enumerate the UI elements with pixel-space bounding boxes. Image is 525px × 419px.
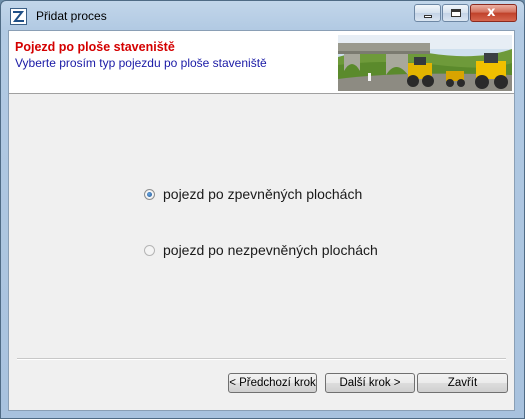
dialog-client-area: Pojezd po ploše staveniště Vyberte prosí… [8, 30, 515, 411]
radio-unpaved-surfaces[interactable] [144, 244, 155, 256]
window-title: Přidat proces [36, 9, 107, 23]
radio-paved-surfaces[interactable] [144, 188, 155, 200]
footer-separator [17, 358, 506, 360]
option-label[interactable]: pojezd po nezpevněných plochách [163, 242, 378, 258]
maximize-icon [451, 9, 461, 17]
option-paved-surfaces[interactable]: pojezd po zpevněných plochách [144, 185, 362, 203]
construction-site-image [338, 35, 512, 91]
wizard-header: Pojezd po ploše staveniště Vyberte prosí… [9, 31, 514, 94]
previous-step-button[interactable]: < Předchozí krok [228, 373, 317, 393]
close-window-button[interactable]: x [470, 4, 517, 22]
minimize-icon [424, 15, 432, 18]
option-unpaved-surfaces[interactable]: pojezd po nezpevněných plochách [144, 241, 378, 259]
option-label[interactable]: pojezd po zpevněných plochách [163, 186, 362, 202]
header-title: Pojezd po ploše staveniště [15, 40, 175, 54]
app-icon [10, 8, 27, 25]
close-icon: x [487, 5, 496, 20]
header-subtitle: Vyberte prosím typ pojezdu po ploše stav… [15, 56, 267, 70]
title-bar[interactable]: Přidat proces x [1, 1, 524, 31]
close-button[interactable]: Zavřít [417, 373, 508, 393]
maximize-button[interactable] [442, 4, 469, 22]
next-step-button[interactable]: Další krok > [325, 373, 415, 393]
dialog-window: Přidat proces x Pojezd po ploše staveniš… [0, 0, 525, 419]
minimize-button[interactable] [414, 4, 441, 22]
